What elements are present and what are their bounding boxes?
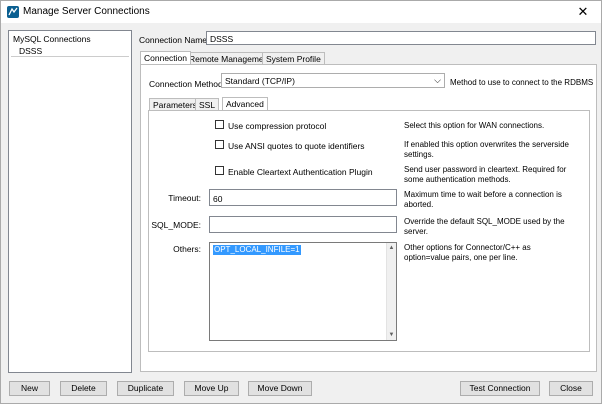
enable-cleartext-label: Enable Cleartext Authentication Plugin [228, 167, 373, 177]
tree-item-dsss[interactable]: DSSS [11, 45, 129, 57]
tree-root-mysql-connections[interactable]: MySQL Connections [13, 34, 91, 44]
tab-ssl[interactable]: SSL [195, 98, 220, 110]
title-bar: Manage Server Connections ✕ [1, 1, 601, 23]
window-title: Manage Server Connections [23, 6, 150, 17]
manage-server-connections-window: Manage Server Connections ✕ MySQL Connec… [0, 0, 602, 404]
connections-tree: MySQL Connections DSSS [8, 30, 132, 373]
others-desc: Other options for Connector/C++ as optio… [404, 243, 531, 262]
others-scrollbar[interactable]: ▲ ▼ [386, 243, 396, 340]
sql-mode-input[interactable] [209, 216, 397, 233]
new-button[interactable]: New [9, 381, 50, 396]
connection-method-hint: Method to use to connect to the RDBMS [450, 78, 594, 87]
chevron-down-icon: ⌵ [434, 75, 441, 85]
tab-system-profile[interactable]: System Profile [262, 52, 325, 64]
connection-method-label: Connection Method: [149, 79, 226, 89]
others-selected-text: OPT_LOCAL_INFILE=1 [213, 245, 301, 255]
delete-button[interactable]: Delete [60, 381, 107, 396]
use-compression-checkbox[interactable] [215, 120, 224, 129]
use-compression-label: Use compression protocol [228, 121, 327, 131]
enable-cleartext-checkbox[interactable] [215, 166, 224, 175]
use-ansi-quotes-checkbox[interactable] [215, 140, 224, 149]
close-button[interactable]: Close [549, 381, 593, 396]
move-down-button[interactable]: Move Down [248, 381, 312, 396]
timeout-label: Timeout: [168, 193, 201, 203]
others-label: Others: [173, 244, 201, 254]
tab-parameters[interactable]: Parameters [149, 98, 201, 110]
tab-advanced[interactable]: Advanced [222, 97, 268, 110]
timeout-desc: Maximum time to wait before a connection… [404, 190, 562, 209]
tab-connection[interactable]: Connection [140, 51, 192, 64]
timeout-input[interactable]: 60 [209, 189, 397, 206]
sql-mode-label: SQL_MODE: [151, 220, 201, 230]
connection-name-label: Connection Name: [139, 35, 210, 45]
connection-name-input[interactable]: DSSS [206, 31, 596, 45]
sql-mode-desc: Override the default SQL_MODE used by th… [404, 217, 565, 236]
use-compression-desc: Select this option for WAN connections. [404, 121, 545, 130]
others-textarea[interactable]: OPT_LOCAL_INFILE=1 ▲ ▼ [209, 242, 397, 341]
move-up-button[interactable]: Move Up [184, 381, 239, 396]
use-ansi-quotes-label: Use ANSI quotes to quote identifiers [228, 141, 365, 151]
scroll-up-icon[interactable]: ▲ [387, 243, 396, 253]
test-connection-button[interactable]: Test Connection [460, 381, 540, 396]
connection-method-value: Standard (TCP/IP) [225, 76, 295, 86]
mysql-workbench-icon [7, 6, 19, 18]
enable-cleartext-desc: Send user password in cleartext. Require… [404, 165, 567, 184]
use-ansi-quotes-desc: If enabled this option overwrites the se… [404, 140, 569, 159]
close-window-button[interactable]: ✕ [569, 1, 597, 23]
scroll-down-icon[interactable]: ▼ [387, 330, 396, 340]
duplicate-button[interactable]: Duplicate [117, 381, 174, 396]
connection-method-select[interactable]: Standard (TCP/IP) ⌵ [221, 73, 445, 88]
